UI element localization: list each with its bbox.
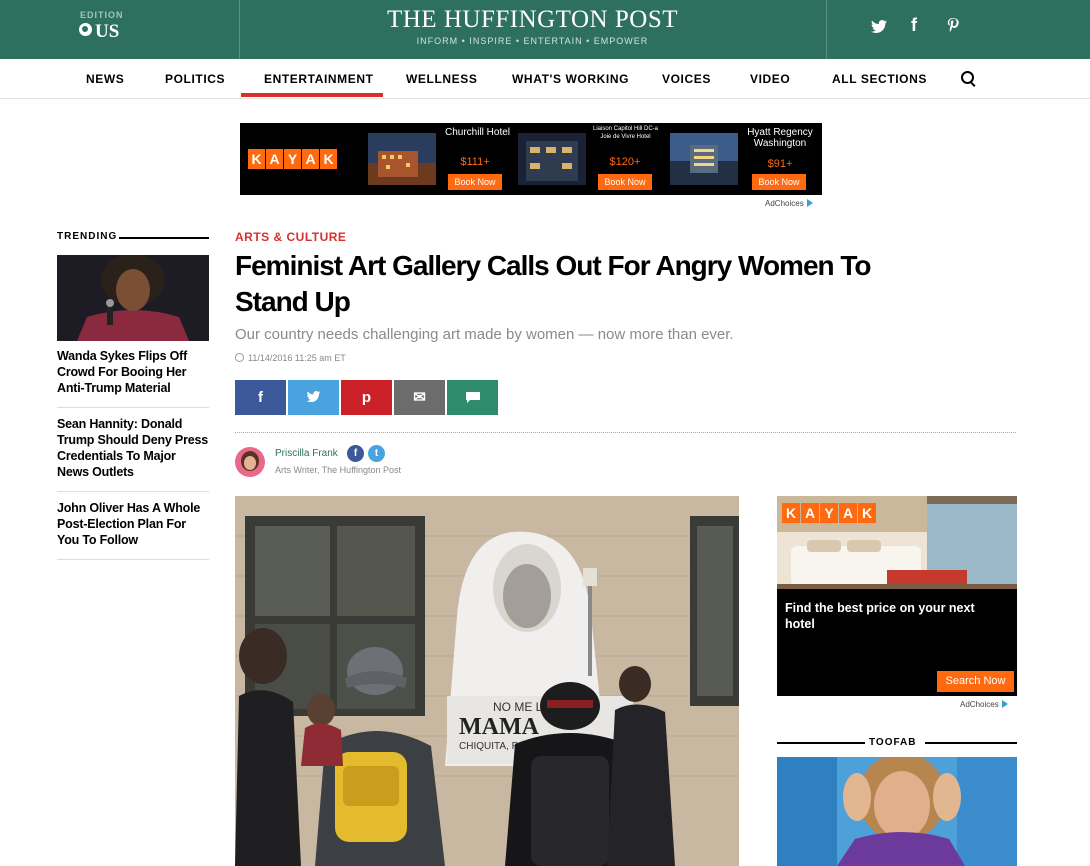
nav-item-wellness[interactable]: WELLNESS	[406, 72, 477, 86]
hotel-price: $111+	[460, 156, 490, 168]
kayak-logo: KAYAK	[248, 149, 337, 169]
pinterest-icon: p	[361, 389, 372, 406]
hotel-photo	[518, 133, 586, 185]
article-headline: Feminist Art Gallery Calls Out For Angry…	[235, 250, 872, 317]
twitter-icon[interactable]	[871, 20, 887, 34]
toofab-heading: TOOFAB	[869, 737, 917, 748]
hotel-name: Churchill Hotel	[444, 127, 511, 138]
share-email-button[interactable]: ✉	[394, 380, 445, 415]
clock-icon	[235, 353, 244, 362]
toofab-thumbnail[interactable]	[777, 757, 1017, 866]
edition-selector[interactable]: EDITION US	[0, 0, 240, 59]
adchoices-icon	[1001, 700, 1008, 708]
nav-item-politics[interactable]: POLITICS	[165, 72, 225, 86]
article-main-image: NO ME L MAMA CHIQUITA, P T	[235, 496, 739, 866]
author-twitter-icon[interactable]: t	[368, 445, 385, 462]
book-now-button[interactable]: Book Now	[598, 174, 652, 190]
pinterest-icon[interactable]	[947, 18, 959, 34]
trending-item[interactable]: Wanda Sykes Flips Off Crowd For Booing H…	[57, 348, 209, 396]
nav-item-whats-working[interactable]: WHAT'S WORKING	[512, 72, 629, 86]
book-now-button[interactable]: Book Now	[752, 174, 806, 190]
logo-text: THE HUFFINGTON POST	[386, 6, 678, 33]
hotel-name: Hyatt Regency Washington	[747, 127, 813, 149]
hotel-photo	[368, 133, 436, 185]
nav-item-entertainment[interactable]: ENTERTAINMENT	[264, 72, 374, 86]
nav-item-video[interactable]: VIDEO	[750, 72, 790, 86]
nav-active-indicator	[241, 93, 383, 97]
trending-item[interactable]: John Oliver Has A Whole Post-Election Pl…	[57, 500, 209, 548]
trending-heading: TRENDING	[57, 231, 118, 242]
trending-thumbnail[interactable]	[57, 255, 209, 341]
hotel-room-photo	[777, 496, 1017, 589]
divider	[777, 742, 865, 744]
poster-text: MAMA	[459, 714, 540, 740]
comments-button[interactable]	[447, 380, 498, 415]
author-avatar[interactable]	[235, 447, 265, 477]
divider	[57, 491, 209, 492]
article-timestamp: 11/14/2016 11:25 am ET	[235, 353, 346, 363]
share-pinterest-button[interactable]: p	[341, 380, 392, 415]
nav-item-news[interactable]: NEWS	[86, 72, 124, 86]
kayak-logo: KAYAK	[782, 503, 876, 523]
divider	[235, 432, 1016, 433]
divider	[119, 237, 209, 239]
edition-value: US	[95, 21, 120, 42]
search-icon[interactable]	[961, 71, 974, 84]
author-role: Arts Writer, The Huffington Post	[275, 465, 402, 475]
share-facebook-button[interactable]: f	[235, 380, 286, 415]
divider	[57, 559, 209, 560]
adchoices-icon	[806, 199, 813, 207]
ad-text: Find the best price on your next hotel	[785, 601, 975, 631]
hotel-name: Liaison Capitol Hill DC-a Joie de Vivre …	[592, 126, 659, 140]
nav-item-voices[interactable]: VOICES	[662, 72, 711, 86]
tagline: INFORM • INSPIRE • ENTERTAIN • EMPOWER	[416, 36, 649, 46]
site-header: EDITION US THE HUFFINGTON POST INFORM • …	[0, 0, 1090, 59]
divider	[925, 742, 1017, 744]
article-dek: Our country needs challenging art made b…	[235, 326, 734, 343]
poster-text: NO ME L	[493, 700, 543, 714]
nav-item-all-sections[interactable]: ALL SECTIONS	[832, 72, 927, 86]
edition-label: EDITION	[80, 10, 124, 20]
adchoices-link[interactable]: AdChoices	[960, 700, 1008, 709]
author-name[interactable]: Priscilla Frank	[275, 448, 338, 459]
email-icon: ✉	[413, 389, 426, 406]
facebook-icon: f	[258, 389, 263, 406]
divider	[57, 407, 209, 408]
share-twitter-button[interactable]	[288, 380, 339, 415]
trending-item[interactable]: Sean Hannity: Donald Trump Should Deny P…	[57, 416, 209, 480]
hotel-price: $120+	[609, 156, 641, 168]
facebook-icon[interactable]: f	[911, 15, 917, 36]
hotel-photo	[670, 133, 738, 185]
site-logo[interactable]: THE HUFFINGTON POST INFORM • INSPIRE • E…	[240, 0, 825, 59]
comment-icon	[465, 392, 480, 403]
main-nav: NEWS POLITICS ENTERTAINMENT WELLNESS WHA…	[0, 59, 1090, 99]
header-social: f	[826, 0, 1090, 59]
section-kicker[interactable]: ARTS & CULTURE	[235, 230, 346, 244]
author-facebook-icon[interactable]: f	[347, 445, 364, 462]
top-banner-ad[interactable]: KAYAK Churchill Hotel $111+ Book Now Lia…	[240, 123, 822, 195]
book-now-button[interactable]: Book Now	[448, 174, 502, 190]
hotel-price: $91+	[767, 158, 793, 170]
twitter-icon	[306, 391, 321, 403]
poster-text: CHIQUITA, P	[459, 741, 519, 752]
globe-icon	[79, 23, 92, 36]
adchoices-link[interactable]: AdChoices	[765, 199, 813, 208]
sidebar-ad[interactable]: KAYAK Find the best price on your next h…	[777, 496, 1017, 696]
search-now-button[interactable]: Search Now	[937, 671, 1014, 692]
